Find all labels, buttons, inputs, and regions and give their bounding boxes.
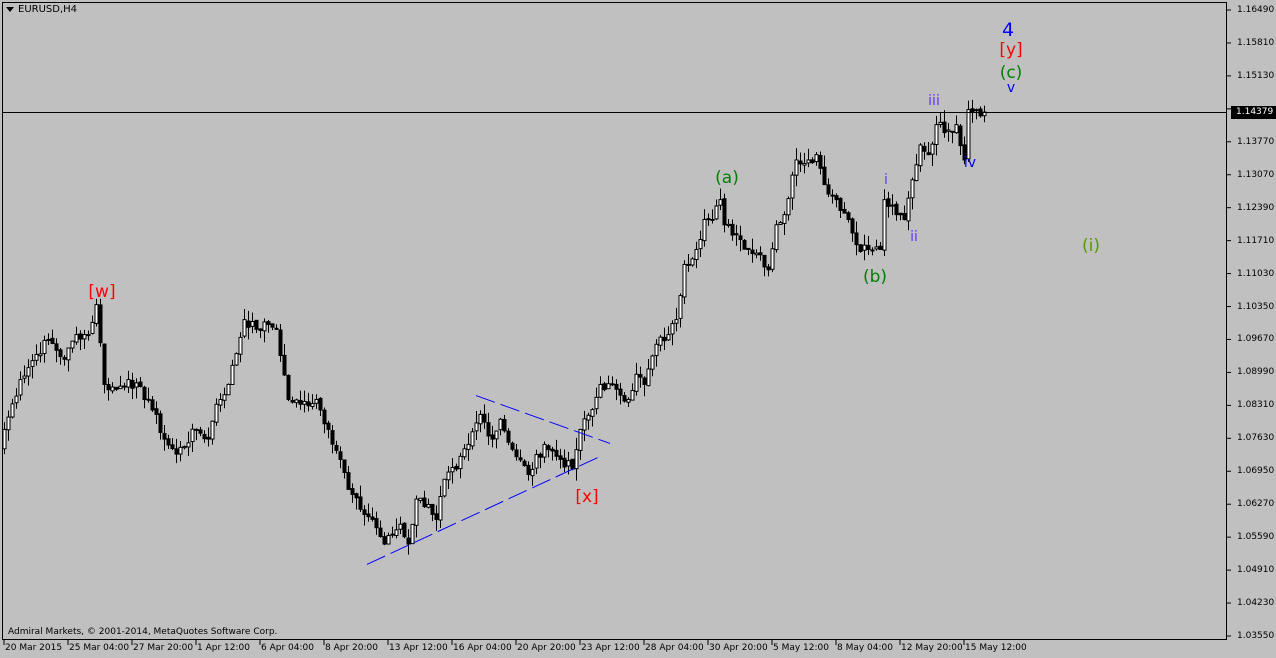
y-tick-label: 1.15130 <box>1237 70 1275 81</box>
wave-label-4: 4 <box>1001 19 1015 41</box>
wave-label-iii: iii <box>928 93 940 109</box>
y-tick-label: 1.06950 <box>1237 466 1275 477</box>
chart-frame <box>2 2 1227 640</box>
x-tick-label: 25 Mar 04:00 <box>69 643 130 653</box>
x-tick-label: 8 May 04:00 <box>837 643 893 653</box>
x-tick-label: 28 Apr 04:00 <box>645 643 704 653</box>
y-tick-label: 1.07630 <box>1237 433 1275 444</box>
y-tick-label: 1.03550 <box>1237 631 1275 641</box>
y-tick-label: 1.11710 <box>1237 235 1275 246</box>
x-tick-label: 23 Apr 12:00 <box>581 643 640 653</box>
wave-label-b: (b) <box>862 267 888 287</box>
chart-title: EURUSD,H4 <box>6 4 77 15</box>
x-tick-label: 12 May 20:00 <box>901 643 963 653</box>
y-tick-label: 1.10350 <box>1237 301 1275 312</box>
wave-label-ii: ii <box>910 229 918 245</box>
wave-label-w: [w] <box>88 282 116 302</box>
wave-label-i: i <box>884 172 888 188</box>
y-tick-label: 1.11030 <box>1237 268 1275 279</box>
y-tick-label: 1.06270 <box>1237 499 1275 510</box>
symbol-timeframe: EURUSD,H4 <box>18 4 78 15</box>
x-tick-label: 15 May 12:00 <box>965 643 1027 653</box>
x-tick-label: 13 Apr 12:00 <box>389 643 448 653</box>
wave-label-y: [y] <box>999 40 1023 60</box>
y-tick-label: 1.09670 <box>1237 334 1275 345</box>
y-tick-label: 1.08990 <box>1237 367 1275 378</box>
x-tick-label: 20 Apr 20:00 <box>517 643 576 653</box>
y-tick-label: 1.13070 <box>1237 169 1275 180</box>
wave-label-v-top: v <box>1006 80 1016 96</box>
y-tick-label: 1.04910 <box>1237 565 1275 576</box>
current-price-label: 1.14379 <box>1231 106 1276 119</box>
y-tick-label: 1.04230 <box>1237 598 1275 609</box>
y-tick-label: 1.13770 <box>1237 136 1275 147</box>
wave-label-i-paren: (i) <box>1082 236 1100 256</box>
copyright-text: Admiral Markets, © 2001-2014, MetaQuotes… <box>8 627 278 637</box>
x-tick-label: 27 Mar 20:00 <box>133 643 194 653</box>
x-tick-label: 1 Apr 12:00 <box>197 643 250 653</box>
x-tick-label: 16 Apr 04:00 <box>453 643 512 653</box>
y-tick-label: 1.08310 <box>1237 400 1275 411</box>
x-tick-label: 20 Mar 2015 <box>5 643 63 653</box>
y-tick-label: 1.05590 <box>1237 532 1275 543</box>
x-tick-label: 8 Apr 20:00 <box>325 643 378 653</box>
wave-label-iv: iv <box>963 155 977 171</box>
wave-label-x: [x] <box>575 487 599 507</box>
dropdown-triangle-icon[interactable] <box>6 6 14 12</box>
y-tick-label: 1.12390 <box>1237 202 1275 213</box>
x-tick-label: 5 May 12:00 <box>773 643 829 653</box>
y-tick-label: 1.15810 <box>1237 37 1275 48</box>
y-tick-label: 1.16490 <box>1237 5 1275 15</box>
x-tick-label: 6 Apr 04:00 <box>261 643 314 653</box>
x-tick-label: 30 Apr 20:00 <box>709 643 768 653</box>
wave-label-a: (a) <box>715 168 739 188</box>
